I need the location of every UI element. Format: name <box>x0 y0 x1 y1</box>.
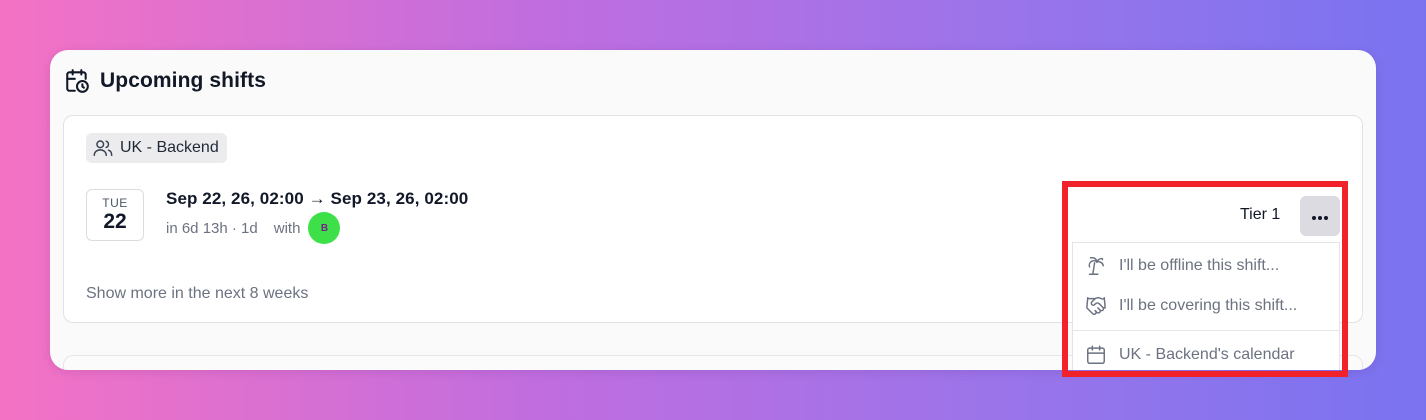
users-icon <box>92 137 114 159</box>
menu-item-team-calendar[interactable]: UK - Backend's calendar <box>1085 340 1295 370</box>
card-header: Upcoming shifts <box>64 66 266 96</box>
show-more-link[interactable]: Show more in the next 8 weeks <box>86 285 308 303</box>
handshake-icon <box>1085 295 1107 317</box>
ellipsis-icon <box>1311 209 1329 224</box>
shift-day-number: 22 <box>103 210 127 233</box>
menu-divider <box>1073 330 1339 331</box>
menu-item-label: I'll be covering this shift... <box>1119 297 1298 314</box>
shift-date-badge: TUE 22 <box>86 189 144 241</box>
shift-actions-menu: I'll be offline this shift... I'll be co… <box>1072 242 1340 370</box>
team-badge[interactable]: UK - Backend <box>86 133 227 163</box>
menu-item-covering[interactable]: I'll be covering this shift... <box>1085 291 1297 321</box>
menu-item-label: UK - Backend's calendar <box>1119 346 1295 363</box>
shift-relative-time: in 6d 13h · 1d <box>166 219 258 237</box>
avatar[interactable]: B <box>308 212 341 244</box>
palm-tree-icon <box>1085 255 1107 277</box>
page-title: Upcoming shifts <box>100 69 267 92</box>
shift-with-label: with <box>273 219 301 237</box>
shift-day-of-week: TUE <box>102 196 128 210</box>
team-name: UK - Backend <box>120 139 219 156</box>
menu-item-offline[interactable]: I'll be offline this shift... <box>1085 251 1279 281</box>
avatar-initial: B <box>320 222 329 234</box>
more-options-button[interactable] <box>1300 196 1340 236</box>
calendar-clock-icon <box>64 68 90 94</box>
shift-actions-popover: Tier 1 I'll be offline this shift... I'l… <box>1068 186 1342 370</box>
calendar-icon <box>1085 344 1107 366</box>
menu-item-label: I'll be offline this shift... <box>1119 257 1280 274</box>
tier-label: Tier 1 <box>1240 206 1281 223</box>
shift-meta: in 6d 13h · 1d with B <box>166 212 341 244</box>
shift-time-range: Sep 22, 26, 02:00 → Sep 23, 26, 02:00 <box>166 189 469 208</box>
